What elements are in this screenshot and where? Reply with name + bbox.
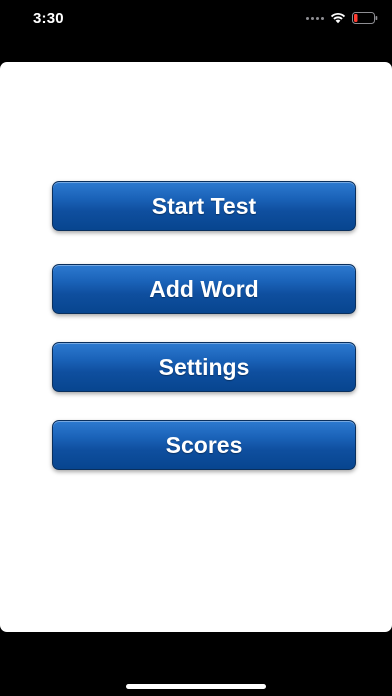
status-icons xyxy=(306,12,378,24)
status-time: 3:30 xyxy=(33,10,64,27)
app-screen: 3:30 Start Test Add Word Settings Scores xyxy=(0,0,392,696)
scores-button[interactable]: Scores xyxy=(52,420,356,470)
add-word-button[interactable]: Add Word xyxy=(52,264,356,314)
wifi-icon xyxy=(330,12,346,24)
main-card: Start Test Add Word Settings Scores xyxy=(0,62,392,632)
settings-button[interactable]: Settings xyxy=(52,342,356,392)
battery-low-icon xyxy=(352,12,378,24)
start-test-button[interactable]: Start Test xyxy=(52,181,356,231)
signal-dots-icon xyxy=(306,16,324,20)
status-bar: 3:30 xyxy=(0,0,392,40)
home-indicator[interactable] xyxy=(126,684,266,689)
